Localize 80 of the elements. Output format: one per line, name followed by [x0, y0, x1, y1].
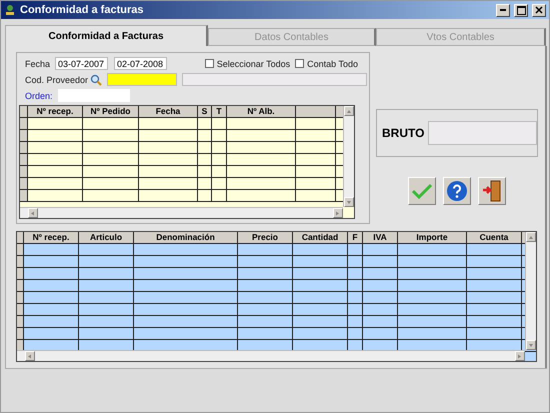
- row-header[interactable]: [17, 328, 24, 339]
- row-header[interactable]: [17, 244, 24, 255]
- bruto-field[interactable]: [428, 121, 538, 145]
- row-header[interactable]: [17, 292, 24, 303]
- up-arrow-icon: [346, 108, 352, 114]
- checkbox-label: Seleccionar Todos: [216, 58, 290, 68]
- column-header[interactable]: Importe: [398, 232, 467, 243]
- column-header[interactable]: Denominación: [134, 232, 238, 243]
- checkbox[interactable]: [295, 59, 304, 68]
- supplier-code-field[interactable]: [107, 73, 177, 86]
- row-header[interactable]: [17, 316, 24, 327]
- row-header[interactable]: [17, 304, 24, 315]
- scroll-down-button[interactable]: [344, 197, 354, 207]
- orden-label: Orden:: [25, 90, 53, 100]
- app-icon: [4, 4, 16, 16]
- bruto-label: BRUTO: [382, 126, 424, 140]
- row-header[interactable]: [17, 280, 24, 291]
- fecha-label: Fecha: [25, 58, 50, 68]
- row-header[interactable]: [20, 130, 28, 141]
- minimize-button[interactable]: [496, 4, 510, 16]
- scroll-up-button[interactable]: [344, 106, 354, 116]
- column-header[interactable]: Cuenta: [467, 232, 522, 243]
- checkmark-icon: [412, 183, 432, 199]
- tab[interactable]: Conformidad a Facturas: [5, 25, 208, 46]
- confirm-button[interactable]: [408, 177, 436, 205]
- right-arrow-icon: [335, 210, 341, 216]
- column-header[interactable]: IVA: [363, 232, 398, 243]
- exit-button[interactable]: [478, 177, 506, 205]
- horizontal-scrollbar[interactable]: [20, 207, 343, 218]
- help-button[interactable]: [443, 177, 472, 205]
- close-button[interactable]: [532, 4, 546, 16]
- scroll-down-button[interactable]: [526, 340, 536, 350]
- column-header[interactable]: Nº recep.: [24, 232, 79, 243]
- close-icon: [535, 6, 543, 14]
- down-arrow-icon: [346, 200, 352, 204]
- column-header[interactable]: Nº Alb.: [227, 106, 296, 117]
- maximize-button[interactable]: [514, 4, 528, 16]
- vertical-scrollbar[interactable]: [343, 106, 354, 207]
- right-arrow-icon: [517, 354, 523, 358]
- row-header[interactable]: [20, 166, 28, 177]
- column-header[interactable]: T: [212, 106, 227, 117]
- supplier-name-field[interactable]: [182, 73, 367, 86]
- scroll-left-button[interactable]: [28, 208, 38, 218]
- date-from-field[interactable]: 03-07-2007: [55, 57, 108, 70]
- vertical-scrollbar[interactable]: [525, 232, 536, 350]
- column-header[interactable]: Nº recep.: [28, 106, 83, 117]
- search-icon[interactable]: [90, 74, 102, 86]
- column-header[interactable]: Articulo: [79, 232, 134, 243]
- row-header[interactable]: [20, 142, 28, 153]
- row-header[interactable]: [20, 190, 28, 201]
- column-header[interactable]: Cantidad: [293, 232, 348, 243]
- row-header[interactable]: [20, 178, 28, 189]
- door-exit-icon: [482, 180, 502, 202]
- column-header[interactable]: Nº Pedido: [83, 106, 139, 117]
- order-field[interactable]: [58, 89, 130, 102]
- scroll-up-button[interactable]: [526, 232, 536, 242]
- checkbox[interactable]: [204, 59, 214, 68]
- date-to-field[interactable]: 02-07-2008: [114, 57, 168, 70]
- column-header[interactable]: F: [348, 232, 363, 243]
- left-arrow-icon: [30, 210, 36, 216]
- row-header[interactable]: [17, 340, 24, 351]
- column-header[interactable]: S: [198, 106, 212, 117]
- row-header[interactable]: [20, 154, 28, 165]
- window-title: Conformidad a facturas: [20, 4, 144, 16]
- scroll-right-button[interactable]: [333, 208, 343, 218]
- row-header[interactable]: [17, 256, 24, 267]
- scroll-right-button[interactable]: [515, 351, 525, 361]
- column-header[interactable]: Fecha: [139, 106, 198, 117]
- down-arrow-icon: [528, 342, 534, 348]
- checkbox-label: Contab Todo: [307, 58, 358, 68]
- left-arrow-icon: [27, 354, 33, 358]
- maximize-icon: [516, 6, 526, 14]
- row-header[interactable]: [17, 268, 24, 279]
- minimize-icon: [500, 9, 506, 11]
- up-arrow-icon: [528, 234, 534, 240]
- scroll-left-button[interactable]: [25, 351, 35, 361]
- column-header[interactable]: Precio: [238, 232, 293, 243]
- row-header[interactable]: [20, 118, 28, 129]
- help-icon: [446, 180, 468, 202]
- horizontal-scrollbar[interactable]: [17, 350, 525, 361]
